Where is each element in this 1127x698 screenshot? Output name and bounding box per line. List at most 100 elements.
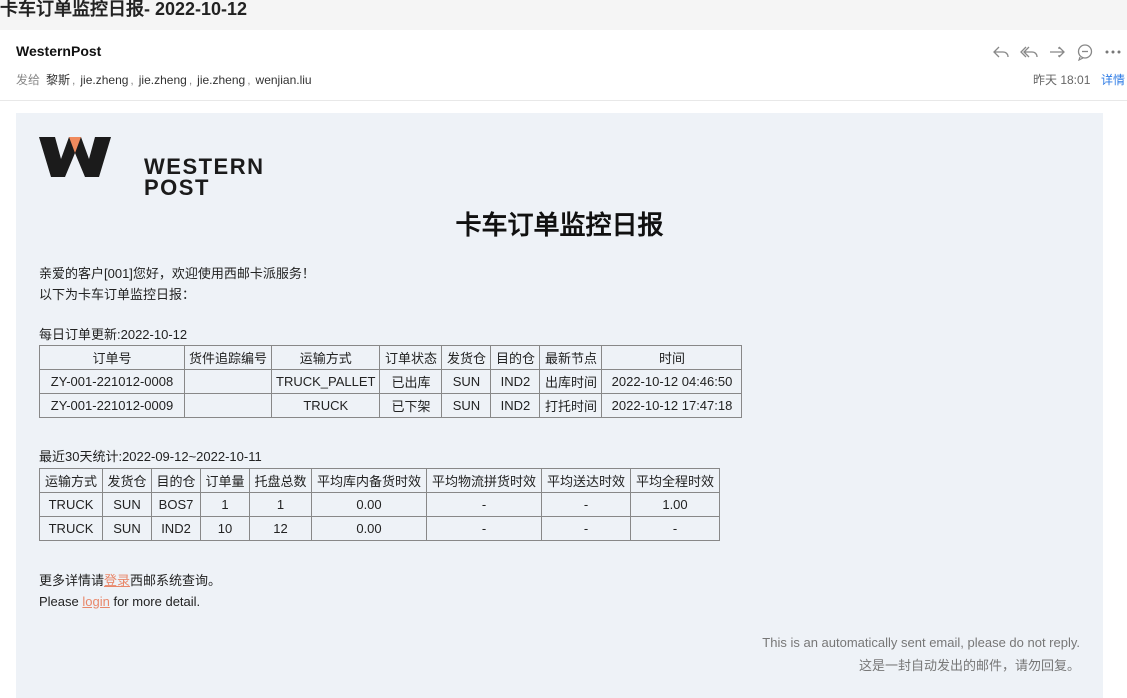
column-header: 发货仓 bbox=[102, 468, 152, 493]
table-cell: 2022-10-12 17:47:18 bbox=[601, 393, 743, 418]
table-row: TRUCK SUN IND2 10 12 0.00 - - - bbox=[39, 516, 720, 541]
column-header: 目的仓 bbox=[490, 345, 541, 370]
more-detail-cn: 更多详情请登录西邮系统查询。 bbox=[39, 570, 221, 589]
table-cell: 0.00 bbox=[311, 492, 427, 517]
column-header: 时间 bbox=[601, 345, 743, 370]
email-subject: 卡车订单监控日报- 2022-10-12 bbox=[0, 0, 1127, 30]
recipient-separator: , bbox=[188, 73, 193, 87]
recipient[interactable]: jie.zheng bbox=[197, 73, 245, 87]
column-header: 目的仓 bbox=[151, 468, 201, 493]
table-cell: IND2 bbox=[490, 369, 541, 394]
westernpost-logo: WESTERN POST bbox=[39, 135, 263, 199]
table-cell: SUN bbox=[441, 393, 492, 418]
more-icon[interactable] bbox=[1104, 43, 1122, 61]
column-header: 订单号 bbox=[39, 345, 185, 370]
reply-icon[interactable] bbox=[992, 43, 1010, 61]
table-cell: - bbox=[630, 516, 720, 541]
recipient[interactable]: 黎斯 bbox=[46, 73, 70, 87]
table-header-row: 订单号 货件追踪编号 运输方式 订单状态 发货仓 目的仓 最新节点 时间 bbox=[39, 345, 743, 370]
sent-time: 昨天 18:01 bbox=[1033, 73, 1091, 87]
comment-icon[interactable] bbox=[1076, 43, 1094, 62]
daily-orders-table: 订单号 货件追踪编号 运输方式 订单状态 发货仓 目的仓 最新节点 时间 ZY-… bbox=[39, 345, 743, 418]
monthly-stats-table: 运输方式 发货仓 目的仓 订单量 托盘总数 平均库内备货时效 平均物流拼货时效 … bbox=[39, 468, 720, 541]
column-header: 运输方式 bbox=[271, 345, 381, 370]
table-cell: 12 bbox=[249, 516, 312, 541]
table-cell: 出库时间 bbox=[539, 369, 603, 394]
table-row: ZY-001-221012-0008 TRUCK_PALLET 已出库 SUN … bbox=[39, 369, 743, 394]
table-row: TRUCK SUN BOS7 1 1 0.00 - - 1.00 bbox=[39, 492, 720, 517]
table-cell: 打托时间 bbox=[539, 393, 603, 418]
table-cell: 已出库 bbox=[379, 369, 443, 394]
table-cell: TRUCK bbox=[271, 393, 381, 418]
column-header: 平均送达时效 bbox=[541, 468, 631, 493]
table-cell: - bbox=[426, 492, 542, 517]
table-header-row: 运输方式 发货仓 目的仓 订单量 托盘总数 平均库内备货时效 平均物流拼货时效 … bbox=[39, 468, 720, 493]
forward-icon[interactable] bbox=[1048, 43, 1066, 61]
more-en-suffix: for more detail. bbox=[109, 594, 201, 609]
login-link-cn[interactable]: 登录 bbox=[104, 573, 130, 588]
more-detail-en: Please login for more detail. bbox=[39, 594, 200, 609]
more-cn-suffix: 西邮系统查询。 bbox=[130, 573, 222, 588]
detail-link[interactable]: 详情 bbox=[1101, 71, 1125, 88]
logo-line-2: POST bbox=[144, 175, 210, 200]
recipients-line: 发给 黎斯, jie.zheng, jie.zheng, jie.zheng, wenji… bbox=[16, 71, 312, 88]
recipient[interactable]: jie.zheng bbox=[80, 73, 128, 87]
table-cell bbox=[183, 393, 273, 418]
table-cell: IND2 bbox=[151, 516, 201, 541]
to-label: 发给 bbox=[16, 73, 41, 87]
intro-line: 以下为卡车订单监控日报： bbox=[39, 287, 196, 302]
column-header: 发货仓 bbox=[441, 345, 492, 370]
column-header: 最新节点 bbox=[539, 345, 603, 370]
table-row: ZY-001-221012-0009 TRUCK 已下架 SUN IND2 打托… bbox=[39, 393, 743, 418]
email-header: WesternPost 发给 黎斯, jie.zheng, jie.zheng, jie… bbox=[0, 30, 1127, 101]
recipient-separator: , bbox=[247, 73, 251, 87]
greeting-line: 亲爱的客户[001]您好，欢迎使用西邮卡派服务！ bbox=[39, 266, 315, 281]
table-cell: IND2 bbox=[490, 393, 541, 418]
column-header: 货件追踪编号 bbox=[183, 345, 273, 370]
table-cell: 已下架 bbox=[379, 393, 443, 418]
column-header: 托盘总数 bbox=[249, 468, 312, 493]
login-link-en[interactable]: login bbox=[82, 594, 109, 609]
column-header: 平均库内备货时效 bbox=[311, 468, 427, 493]
auto-email-notice-cn: 这是一封自动发出的邮件，请勿回复。 bbox=[858, 658, 1080, 673]
table-cell: TRUCK bbox=[39, 516, 103, 541]
column-header: 订单状态 bbox=[379, 345, 443, 370]
table-cell: TRUCK_PALLET bbox=[271, 369, 381, 394]
table-cell: 1 bbox=[249, 492, 312, 517]
table-cell: SUN bbox=[102, 516, 152, 541]
table-cell bbox=[183, 369, 273, 394]
recipient-separator: , bbox=[72, 73, 76, 87]
table-cell: - bbox=[426, 516, 542, 541]
table-cell: 1 bbox=[200, 492, 250, 517]
table-cell: 0.00 bbox=[311, 516, 427, 541]
table-cell: 10 bbox=[200, 516, 250, 541]
recipient[interactable]: wenjian.liu bbox=[256, 73, 312, 87]
table-cell: SUN bbox=[102, 492, 152, 517]
table-cell: SUN bbox=[441, 369, 492, 394]
table-cell: - bbox=[541, 516, 631, 541]
stats-label: 最近30天统计:2022-09-12~2022-10-11 bbox=[39, 449, 262, 464]
table-cell: - bbox=[541, 492, 631, 517]
report-title: 卡车订单监控日报 bbox=[455, 210, 664, 240]
column-header: 平均全程时效 bbox=[630, 468, 720, 493]
table-cell: 1.00 bbox=[630, 492, 720, 517]
sender-name[interactable]: WesternPost bbox=[16, 43, 101, 59]
table-cell: 2022-10-12 04:46:50 bbox=[601, 369, 743, 394]
message-actions bbox=[992, 43, 1122, 62]
more-en-prefix: Please bbox=[39, 594, 83, 609]
logo-wordmark: WESTERN POST bbox=[144, 154, 265, 200]
column-header: 平均物流拼货时效 bbox=[426, 468, 542, 493]
more-cn-prefix: 更多详情请 bbox=[39, 573, 105, 588]
reply-all-icon[interactable] bbox=[1020, 43, 1038, 61]
table-cell: ZY-001-221012-0009 bbox=[39, 393, 185, 418]
recipient[interactable]: jie.zheng bbox=[139, 73, 187, 87]
logo-line-1: WESTERN bbox=[144, 154, 265, 179]
subject-text: 卡车订单监控日报- 2022-10-12 bbox=[0, 0, 248, 19]
auto-email-notice-en: This is an automatically sent email, ple… bbox=[762, 635, 1080, 650]
column-header: 运输方式 bbox=[39, 468, 103, 493]
logo-mark-icon bbox=[39, 137, 111, 177]
daily-update-label: 每日订单更新:2022-10-12 bbox=[39, 327, 188, 342]
column-header: 订单量 bbox=[200, 468, 250, 493]
table-cell: TRUCK bbox=[39, 492, 103, 517]
recipient-separator: , bbox=[130, 73, 134, 87]
